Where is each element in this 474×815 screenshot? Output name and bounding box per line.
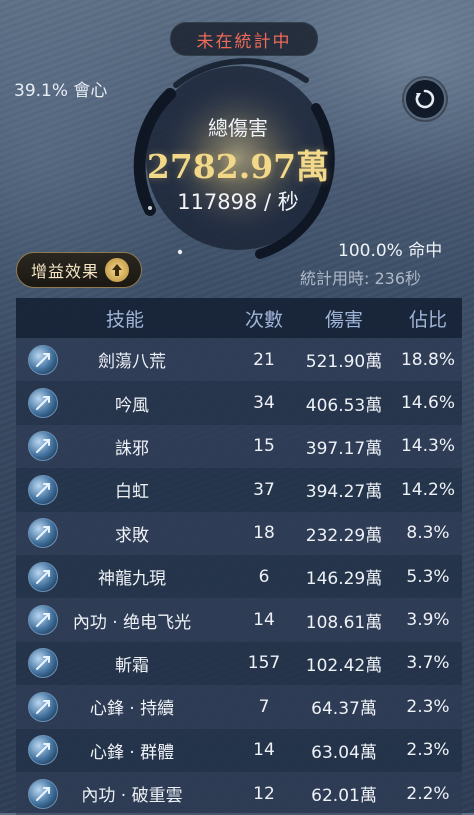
arrow-up-icon bbox=[105, 258, 130, 282]
damage-percent: 18.8% bbox=[400, 349, 455, 370]
hit-count: 6 bbox=[258, 566, 270, 587]
damage-value: 146.29萬 bbox=[305, 569, 383, 590]
damage-value: 108.61萬 bbox=[305, 612, 383, 633]
table-row[interactable]: 心鋒 · 群體 14 63.04萬 2.3% bbox=[16, 728, 462, 772]
damage-value: 64.37萬 bbox=[311, 699, 377, 720]
table-row[interactable]: 誅邪 15 397.17萬 14.3% bbox=[16, 424, 462, 469]
header-skill[interactable]: 技能 bbox=[16, 305, 234, 332]
table-body: 劍蕩八荒 21 521.90萬 18.8% 吟風 34 406.53萬 14.6% 誅邪 15 39… bbox=[16, 338, 462, 815]
crit-rate-label: 39.1% 會心 bbox=[14, 81, 108, 101]
damage-percent: 14.3% bbox=[400, 436, 455, 457]
damage-percent: 3.9% bbox=[406, 610, 450, 631]
skill-icon bbox=[28, 474, 58, 505]
hit-count: 37 bbox=[253, 479, 275, 500]
damage-value: 397.17萬 bbox=[305, 438, 383, 459]
skill-icon bbox=[28, 691, 58, 722]
damage-value: 62.01萬 bbox=[311, 786, 377, 807]
duration-label: 統計用時: 236秒 bbox=[300, 269, 422, 288]
damage-value: 406.53萬 bbox=[305, 395, 383, 416]
damage-value: 232.29萬 bbox=[305, 525, 383, 546]
dps-value: 117898 / 秒 bbox=[177, 190, 299, 214]
header-damage[interactable]: 傷害 bbox=[294, 305, 394, 332]
header-count[interactable]: 次數 bbox=[234, 305, 294, 332]
damage-percent: 2.3% bbox=[406, 740, 450, 761]
total-damage-label: 總傷害 bbox=[208, 116, 268, 140]
table-row[interactable]: 求敗 18 232.29萬 8.3% bbox=[16, 511, 462, 555]
table-row[interactable]: 劍蕩八荒 21 521.90萬 18.8% bbox=[16, 338, 462, 382]
buff-effects-button[interactable]: 增益效果 bbox=[16, 252, 142, 288]
hit-count: 7 bbox=[258, 696, 270, 717]
skill-icon bbox=[28, 561, 58, 592]
total-damage-value: 2782.97萬 bbox=[146, 147, 330, 186]
damage-value: 63.04萬 bbox=[311, 742, 377, 763]
hit-count: 15 bbox=[253, 436, 275, 457]
table-row[interactable]: 內功 · 绝电飞光 14 108.61萬 3.9% bbox=[16, 598, 462, 642]
skill-icon bbox=[28, 605, 58, 636]
table-row[interactable]: 白虹 37 394.27萬 14.2% bbox=[16, 468, 462, 512]
damage-percent: 14.6% bbox=[400, 393, 455, 414]
table-row[interactable]: 心鋒 · 持續 7 64.37萬 2.3% bbox=[16, 685, 462, 729]
table-header: 技能 次數 傷害 佔比 bbox=[16, 298, 462, 338]
hit-count: 157 bbox=[247, 653, 281, 674]
skill-table: 技能 次數 傷害 佔比 劍蕩八荒 21 521.90萬 18.8% 吟風 34 406.53… bbox=[16, 298, 462, 815]
header-percent[interactable]: 佔比 bbox=[394, 305, 462, 332]
hit-count: 14 bbox=[253, 610, 275, 631]
damage-percent: 5.3% bbox=[406, 566, 450, 587]
skill-icon bbox=[28, 735, 58, 766]
damage-percent: 2.3% bbox=[406, 696, 450, 717]
skill-icon bbox=[28, 344, 58, 375]
hit-count: 34 bbox=[253, 393, 275, 414]
damage-value: 394.27萬 bbox=[305, 482, 383, 503]
hit-count: 12 bbox=[253, 783, 275, 804]
table-row[interactable]: 神龍九現 6 146.29萬 5.3% bbox=[16, 554, 462, 599]
skill-icon bbox=[28, 778, 58, 809]
hit-count: 14 bbox=[253, 740, 275, 761]
skill-icon bbox=[28, 388, 58, 419]
damage-percent: 14.2% bbox=[400, 479, 455, 500]
damage-value: 521.90萬 bbox=[305, 352, 383, 373]
hit-count: 18 bbox=[253, 523, 275, 544]
table-row[interactable]: 內功 · 破重雲 12 62.01萬 2.2% bbox=[16, 771, 462, 815]
damage-percent: 2.2% bbox=[406, 783, 450, 804]
damage-value: 102.42萬 bbox=[305, 655, 383, 676]
table-row[interactable]: 斬霜 157 102.42萬 3.7% bbox=[16, 641, 462, 686]
refresh-button[interactable] bbox=[404, 78, 446, 120]
damage-percent: 3.7% bbox=[406, 653, 450, 674]
buff-effects-label: 增益效果 bbox=[31, 262, 100, 281]
hit-rate-label: 100.0% 命中 bbox=[338, 241, 443, 261]
hit-count: 21 bbox=[253, 349, 275, 370]
table-row[interactable]: 吟風 34 406.53萬 14.6% bbox=[16, 381, 462, 425]
damage-percent: 8.3% bbox=[406, 523, 450, 544]
refresh-icon bbox=[415, 89, 435, 109]
